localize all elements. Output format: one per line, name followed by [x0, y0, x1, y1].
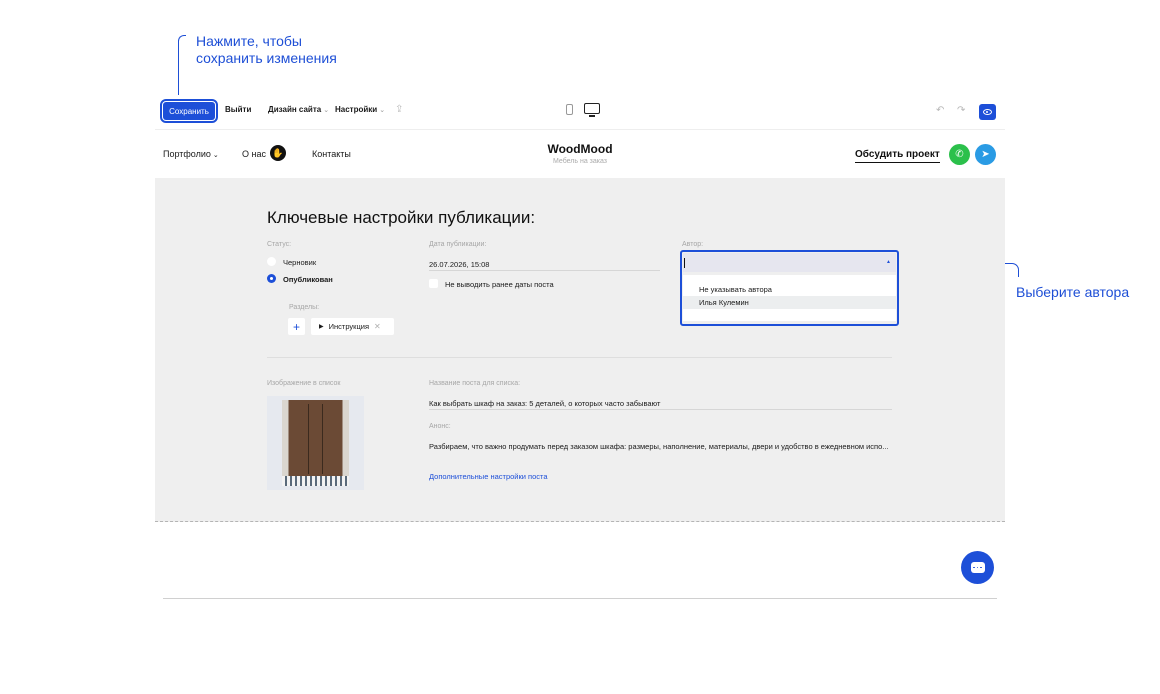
section-divider [267, 357, 892, 358]
author-label: Автор: [682, 241, 704, 248]
page-baseline [163, 598, 997, 599]
status-draft-label[interactable]: Черновик [283, 258, 316, 267]
author-options-list: Не указывать автора Илья Кулемин [683, 275, 896, 321]
post-title-label: Название поста для списка: [429, 380, 521, 387]
design-menu[interactable]: Дизайн сайта ⌄ [268, 105, 329, 114]
save-callout-line2: сохранить изменения [196, 50, 337, 66]
publish-date-input[interactable]: 26.07.2026, 15:08 [429, 260, 489, 269]
post-title-underline [429, 409, 892, 410]
save-callout-line1: Нажмите, чтобы [196, 33, 302, 49]
site-header: Портфолио ⌄ О нас ✋ Контакты WoodMood Меб… [155, 131, 1005, 178]
chevron-up-icon[interactable]: ▲ [886, 259, 891, 265]
publish-date-label: Дата публикации: [429, 241, 487, 248]
author-search-input[interactable]: ▲ [683, 253, 896, 272]
eye-icon [983, 109, 992, 115]
sections-label: Разделы: [289, 304, 320, 311]
section-chip-label: Инструкция [328, 322, 370, 331]
announce-input[interactable]: Разбираем, что важно продумать перед зак… [429, 442, 892, 451]
status-label: Статус: [267, 241, 292, 248]
undo-icon[interactable]: ↶ [936, 105, 944, 116]
preview-button[interactable] [979, 104, 996, 120]
image-label: Изображение в список [267, 380, 341, 387]
author-select[interactable]: ▲ Не указывать автора Илья Кулемин [680, 250, 899, 326]
desktop-view-icon[interactable] [584, 103, 600, 114]
hide-before-date-checkbox[interactable] [429, 279, 438, 288]
content-card [267, 575, 892, 598]
publication-settings-panel: Ключевые настройки публикации: Статус: Ч… [155, 178, 1005, 522]
chevron-down-icon: ⌄ [379, 107, 386, 114]
design-menu-label: Дизайн сайта [268, 105, 322, 114]
whatsapp-icon[interactable]: ✆ [949, 144, 970, 165]
text-caret [684, 258, 685, 268]
page-title: Ключевые настройки публикации: [267, 208, 536, 227]
exit-button[interactable]: Выйти [225, 105, 251, 114]
publish-date-underline [429, 270, 660, 271]
settings-menu-label: Настройки [335, 105, 378, 114]
save-button[interactable]: Сохранить [160, 99, 218, 123]
editor-toolbar: Сохранить Выйти Дизайн сайта ⌄ Настройки ⌄… [155, 95, 1005, 130]
discuss-project-link[interactable]: Обсудить проект [855, 149, 940, 163]
section-chip[interactable]: ▶ Инструкция ✕ [311, 318, 394, 335]
hide-before-date-label[interactable]: Не выводить ранее даты поста [445, 280, 554, 289]
status-published-label[interactable]: Опубликован [283, 275, 333, 284]
save-callout-text: Нажмите, чтобы сохранить изменения [196, 33, 337, 67]
save-callout-line [178, 35, 186, 99]
author-callout-text: Выберите автора [1016, 284, 1130, 300]
redo-icon[interactable]: ↷ [957, 105, 965, 116]
author-option[interactable]: Илья Кулемин [683, 296, 896, 309]
desktop-stand [589, 115, 595, 117]
close-icon[interactable]: ✕ [374, 322, 381, 331]
chat-icon [970, 562, 985, 573]
status-draft-radio[interactable] [267, 257, 276, 266]
author-option[interactable]: Не указывать автора [683, 283, 896, 296]
chevron-down-icon: ⌄ [323, 107, 330, 114]
status-published-radio[interactable] [267, 274, 276, 283]
flag-icon: ▶ [319, 324, 324, 330]
announce-label: Анонс: [429, 423, 451, 430]
more-settings-link[interactable]: Дополнительные настройки поста [429, 472, 548, 481]
export-icon[interactable]: ⇪ [395, 104, 403, 115]
post-thumbnail[interactable] [267, 396, 364, 490]
chat-button[interactable] [961, 551, 994, 584]
post-title-input[interactable]: Как выбрать шкаф на заказ: 5 деталей, о … [429, 399, 660, 408]
mobile-view-icon[interactable] [566, 104, 573, 115]
settings-menu[interactable]: Настройки ⌄ [335, 105, 385, 114]
telegram-icon[interactable]: ➤ [975, 144, 996, 165]
add-section-button[interactable]: + [288, 318, 305, 335]
wardrobe-image [282, 400, 349, 486]
